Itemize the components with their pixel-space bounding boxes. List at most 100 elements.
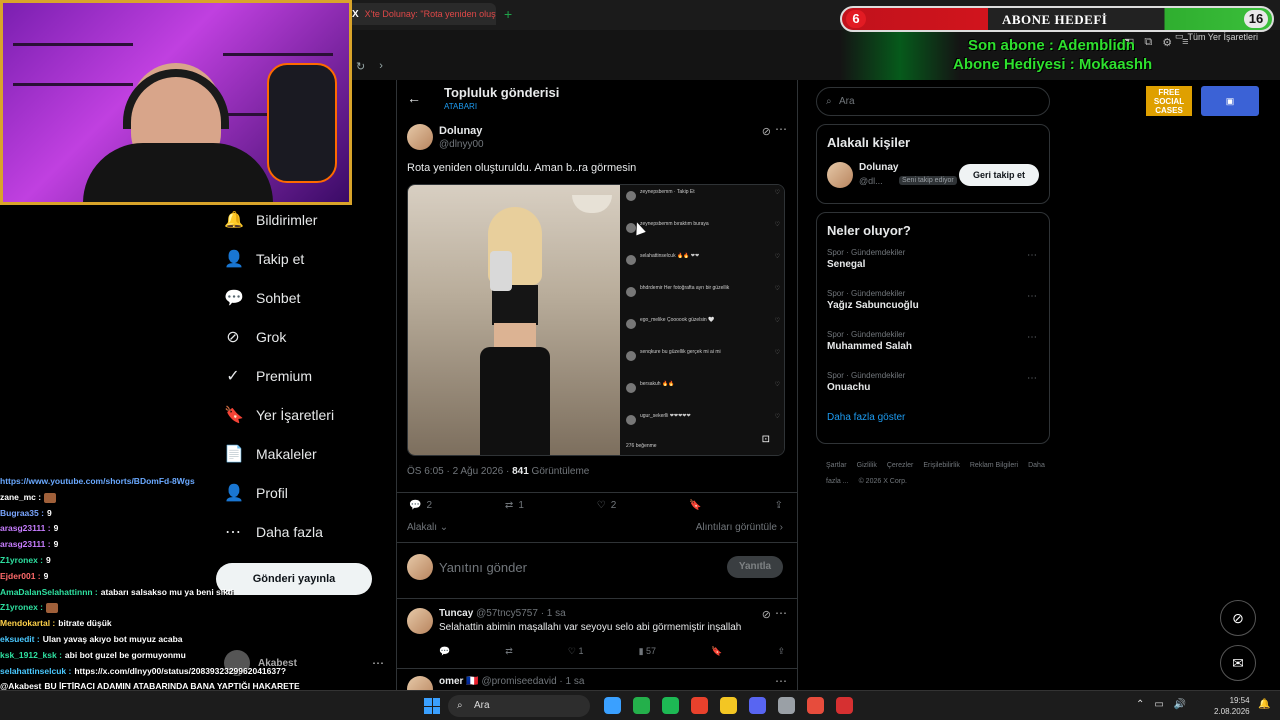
footer-link[interactable]: Şartlar <box>826 462 847 469</box>
more-icon[interactable]: ⋯ <box>1027 373 1037 384</box>
footer-link[interactable]: © 2026 X Corp. <box>859 478 907 485</box>
extension-icon[interactable]: ⧉ <box>1144 36 1152 49</box>
tab-title: X'te Dolunay: "Rota yeniden oluşturuldu" <box>364 9 496 19</box>
reply-input[interactable]: Yanıtını gönder <box>439 560 527 575</box>
nav-item-6[interactable]: 📄 Makaleler <box>216 434 386 473</box>
grok-float-button[interactable]: ⊘ <box>1220 600 1256 636</box>
more-icon[interactable]: ⋯ <box>775 674 787 688</box>
grok-icon[interactable]: ⊘ <box>762 608 771 621</box>
more-icon[interactable]: ⋯ <box>1027 250 1037 261</box>
like-action[interactable]: ♡ 1 <box>568 646 584 657</box>
trend-item[interactable]: Spor · Gündemdekiler Yağız Sabuncuoğlu ⋯ <box>817 285 1049 326</box>
grok-icon: ⊘ <box>226 328 240 346</box>
clock[interactable]: 19:54 2.08.2026 <box>1214 695 1250 717</box>
share-icon[interactable]: ⇪ <box>775 500 783 511</box>
taskbar-app-icon[interactable] <box>691 697 708 714</box>
volume-icon[interactable]: 🔊 <box>1174 699 1186 710</box>
like-action[interactable]: ♡ 2 <box>597 500 617 511</box>
new-tab-icon[interactable]: + <box>504 6 512 22</box>
reply-button[interactable]: Yanıtla <box>727 556 783 578</box>
footer-link[interactable]: Gizlilik <box>857 462 877 469</box>
view-quotes-link[interactable]: Alıntıları görüntüle › <box>696 522 783 533</box>
repost-icon[interactable]: ⇄ <box>505 646 513 657</box>
forward-icon[interactable]: › <box>379 60 383 73</box>
trend-item[interactable]: Spor · Gündemdekiler Senegal ⋯ <box>817 244 1049 285</box>
reply-action[interactable]: 💬 2 <box>409 500 432 511</box>
post-text: Rota yeniden oluşturuldu. Aman b..ra gör… <box>407 162 637 174</box>
more-icon[interactable]: ⋯ <box>775 606 787 620</box>
more-icon[interactable]: ⋯ <box>1027 291 1037 302</box>
post-detail-column: ← Topluluk gönderisi ATABARI Dolunay @dl… <box>396 80 798 720</box>
repost-action[interactable]: ⇄ 1 <box>505 500 524 511</box>
avatar[interactable] <box>407 608 433 634</box>
all-bookmarks-link[interactable]: ▭ Tüm Yer İşaretleri <box>1175 31 1258 42</box>
nav-item-3[interactable]: ⊘ Grok <box>216 317 386 356</box>
author-name[interactable]: Dolunay <box>439 125 482 137</box>
last-subscriber: Son abone : Ademblidn <box>968 37 1135 54</box>
post-media[interactable]: zeynepsbemm · Takip Et ♡ zeynepsbemm bırak… <box>407 184 785 456</box>
footer-link[interactable]: Çerezler <box>887 462 913 469</box>
person-item[interactable]: Dolunay @dl... Seni takip ediyor Geri ta… <box>827 158 1039 198</box>
author-handle[interactable]: @dlnyy00 <box>439 139 484 150</box>
more-icon[interactable]: ⋯ <box>1027 332 1037 343</box>
bookmark-icon[interactable]: 🔖 <box>711 646 722 657</box>
taskbar-app-icon[interactable] <box>604 697 621 714</box>
nav-item-5[interactable]: 🔖 Yer İşaretleri <box>216 395 386 434</box>
nav-item-2[interactable]: 💬 Sohbet <box>216 278 386 317</box>
footer-link[interactable]: Reklam Bilgileri <box>970 462 1018 469</box>
trend-item[interactable]: Spor · Gündemdekiler Onuachu ⋯ <box>817 367 1049 408</box>
grok-icon[interactable]: ⊘ <box>762 125 771 138</box>
windows-start-icon[interactable] <box>424 698 440 714</box>
avatar[interactable] <box>827 162 853 188</box>
taskbar-app-icon[interactable] <box>720 697 737 714</box>
views-action[interactable]: ▮ 57 <box>639 646 656 657</box>
taskbar-app-icon[interactable] <box>749 697 766 714</box>
taskbar-app-icon[interactable] <box>662 697 679 714</box>
related-dropdown[interactable]: Alakalı ⌄ <box>407 522 448 533</box>
avatar[interactable] <box>407 124 433 150</box>
taskbar-app-icon[interactable] <box>633 697 650 714</box>
messages-float-button[interactable]: ✉ <box>1220 645 1256 681</box>
heart-icon: ♡ <box>774 222 780 228</box>
reload-icon[interactable]: ↻ <box>356 60 365 73</box>
share-icon[interactable]: ⇪ <box>777 646 785 657</box>
footer-link[interactable]: Erişilebilirlik <box>923 462 960 469</box>
search-input[interactable]: ⌕ Ara <box>816 87 1050 116</box>
grok-image-icon[interactable]: ⊡ <box>762 434 770 445</box>
nav-label: Makaleler <box>256 445 317 462</box>
chevron-up-icon[interactable]: ⌃ <box>1136 699 1144 710</box>
show-more-link[interactable]: Daha fazla göster <box>817 408 1049 433</box>
taskbar-search[interactable]: ⌕ Ara <box>448 695 590 717</box>
reply-item[interactable]: Tuncay @57tncy5757 · 1 sa ⊘ ⋯ Selahattin… <box>407 606 787 668</box>
more-icon[interactable]: ⋯ <box>775 122 787 136</box>
reply-composer: Yanıtını gönder Yanıtla <box>407 554 787 584</box>
nav-item-1[interactable]: 👤 Takip et <box>216 239 386 278</box>
nav-label: Yer İşaretleri <box>256 406 335 423</box>
network-icon[interactable]: ▭ <box>1154 699 1163 710</box>
browser-tab[interactable]: X X'te Dolunay: "Rota yeniden oluşturuld… <box>346 3 496 25</box>
chat-username: eksuedit : <box>0 633 40 644</box>
taskbar-app-icon[interactable] <box>807 697 824 714</box>
chat-text: 9 <box>53 523 59 534</box>
follow-back-button[interactable]: Geri takip et <box>959 164 1039 186</box>
taskbar-apps <box>604 697 853 714</box>
nav-item-0[interactable]: 🔔 Bildirimler <box>216 200 386 239</box>
free-social-cases-logo: FREE SOCIAL CASES <box>1146 86 1192 116</box>
extension-icon[interactable]: ⚙ <box>1162 36 1172 49</box>
reply-count: 2 <box>426 500 433 511</box>
back-arrow-icon[interactable]: ← <box>407 90 421 106</box>
more-icon[interactable]: ⋯ <box>372 656 384 670</box>
nav-item-4[interactable]: ✓ Premium <box>216 356 386 395</box>
community-link[interactable]: ATABARI <box>444 102 477 111</box>
taskbar-app-icon[interactable] <box>778 697 795 714</box>
trend-item[interactable]: Spor · Gündemdekiler Muhammed Salah ⋯ <box>817 326 1049 367</box>
taskbar-app-icon[interactable] <box>836 697 853 714</box>
bookmark-icon[interactable]: 🔖 <box>689 500 701 511</box>
comment-text: bersakuh 🔥🔥 <box>640 381 675 387</box>
notification-icon[interactable]: 🔔 <box>1258 699 1270 710</box>
reply-name: omer 🇫🇷 <box>439 676 479 687</box>
chat-username: Z1yronex : <box>0 554 43 565</box>
reply-icon[interactable]: 💬 <box>439 646 450 657</box>
bookmark-icon: 🔖 <box>224 406 244 424</box>
chat-bubble-icon: 💬 <box>224 289 244 307</box>
